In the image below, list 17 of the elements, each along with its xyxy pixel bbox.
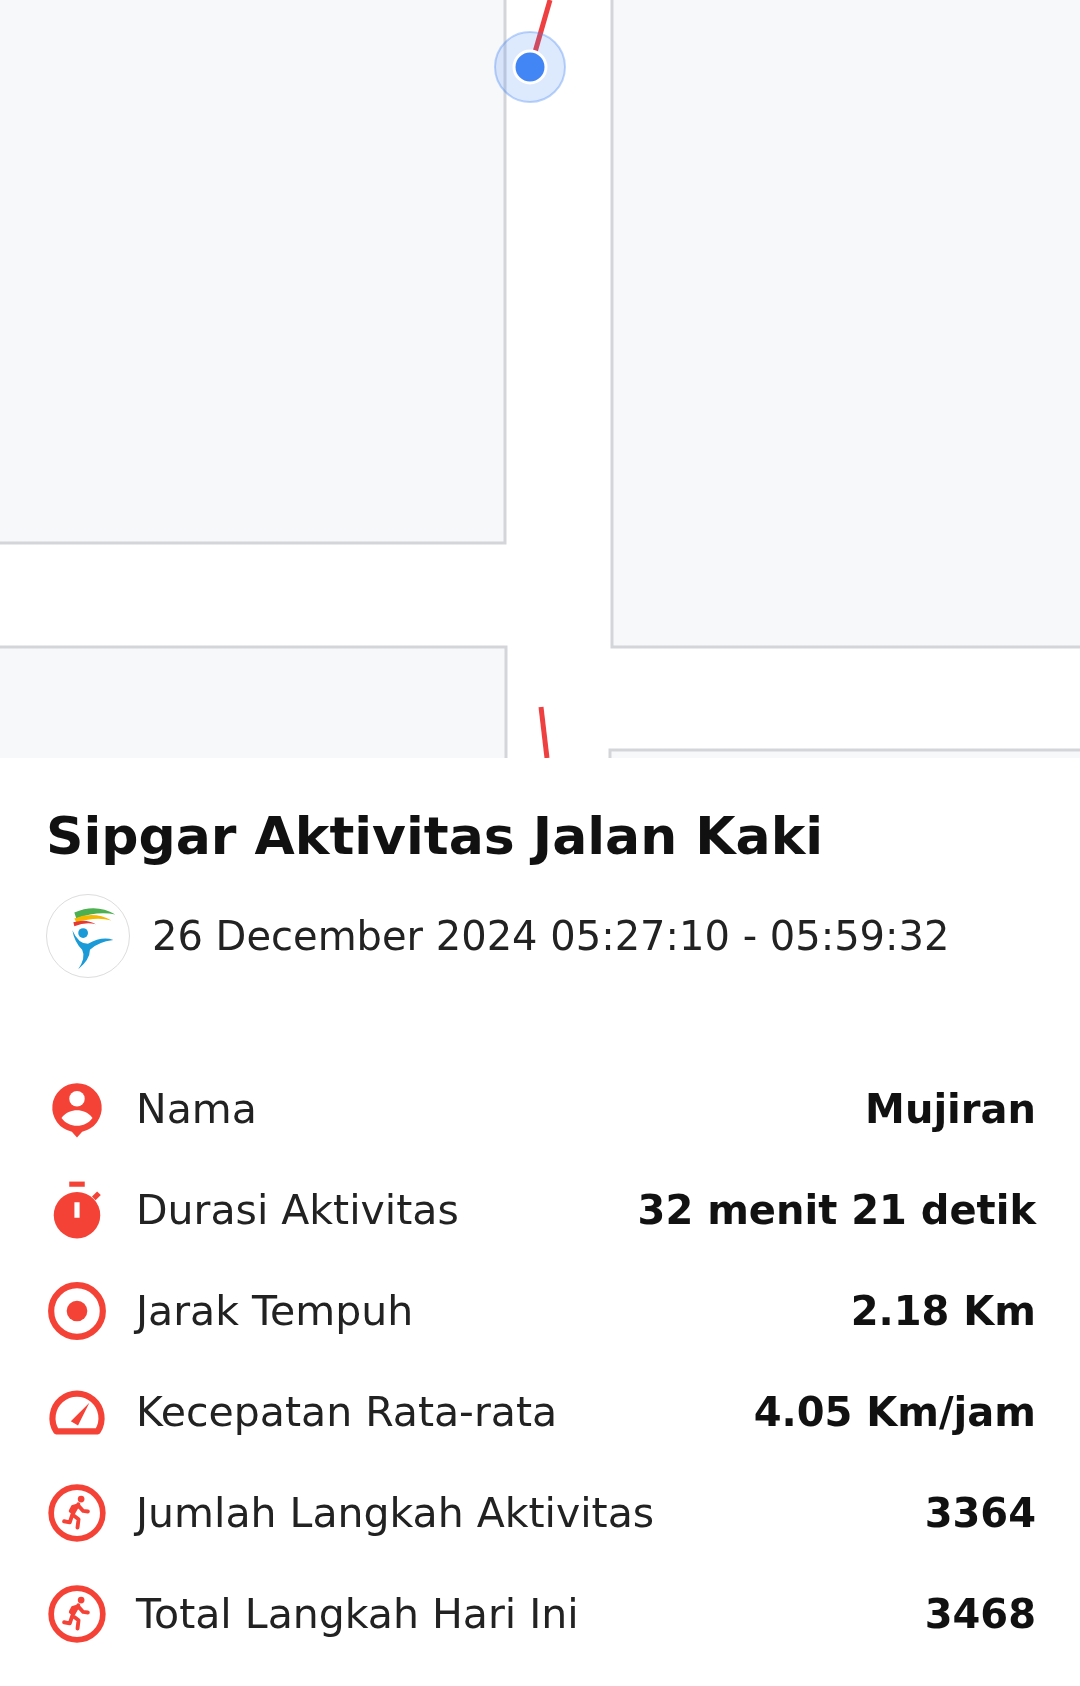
stat-value: 32 menit 21 detik <box>637 1186 1036 1233</box>
target-icon <box>46 1279 108 1342</box>
stat-label: Jarak Tempuh <box>136 1286 415 1335</box>
stat-label: Total Langkah Hari Ini <box>136 1589 580 1638</box>
stat-value: 3468 <box>924 1590 1036 1637</box>
date-time-range: 26 December 2024 05:27:10 - 05:59:32 <box>152 913 950 959</box>
stat-value: 2.18 Km <box>850 1287 1036 1334</box>
stat-label: Kecepatan Rata-rata <box>136 1387 559 1436</box>
stat-label: Nama <box>136 1084 258 1133</box>
runner-icon <box>46 1582 108 1645</box>
stat-label: Durasi Aktivitas <box>136 1185 460 1234</box>
runner-icon <box>46 1481 108 1544</box>
activity-title: Sipgar Aktivitas Jalan Kaki <box>46 806 825 866</box>
stat-label: Jumlah Langkah Aktivitas <box>136 1488 656 1537</box>
stat-value: 4.05 Km/jam <box>753 1388 1036 1435</box>
stat-value: Mujiran <box>865 1085 1036 1132</box>
stat-value: 3364 <box>924 1489 1036 1536</box>
